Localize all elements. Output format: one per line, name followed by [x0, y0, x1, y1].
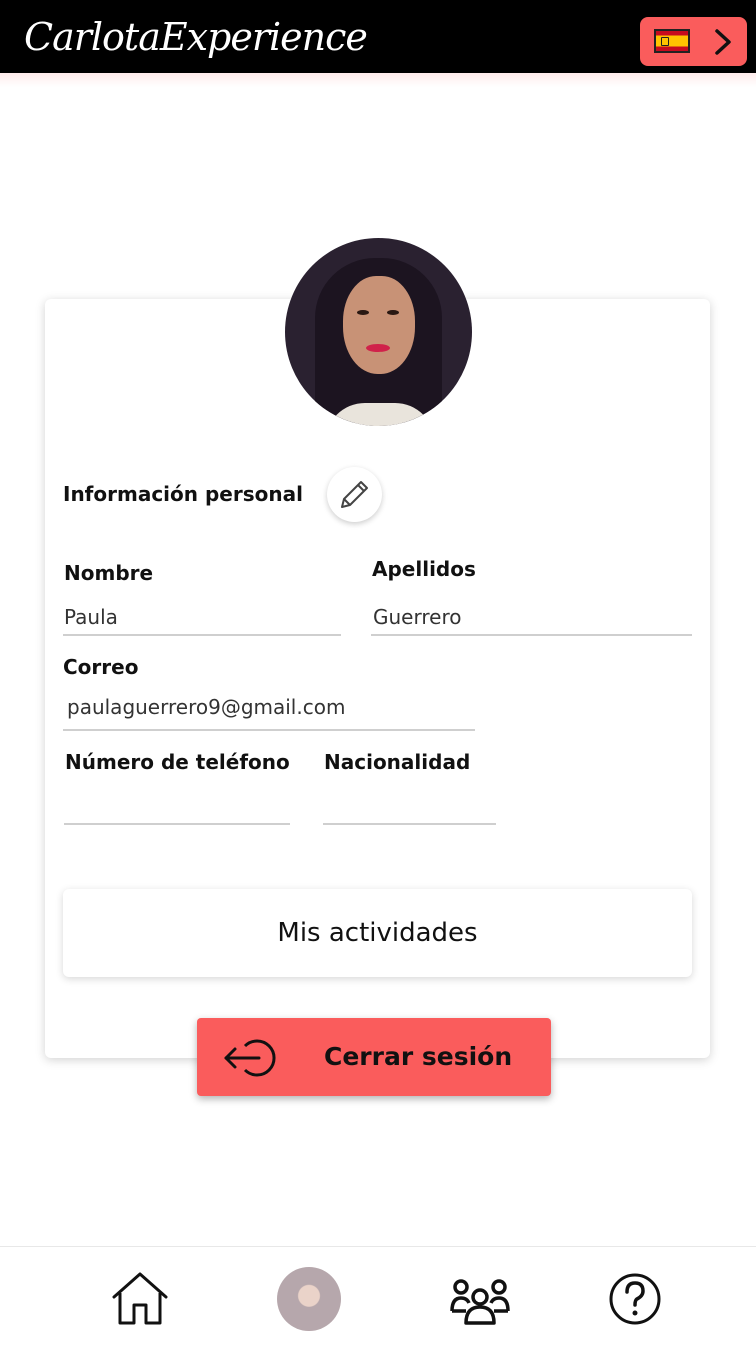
- logout-label: Cerrar sesión: [324, 1042, 513, 1071]
- personal-info-title: Información personal: [63, 482, 303, 506]
- profile-nav-avatar[interactable]: [277, 1267, 341, 1331]
- help-icon[interactable]: [603, 1267, 667, 1331]
- pencil-icon: [341, 481, 368, 508]
- spain-flag-icon: [654, 29, 690, 53]
- app-logo[interactable]: CarlotaExperience: [24, 12, 368, 62]
- logout-icon: [224, 1039, 276, 1077]
- language-button[interactable]: [640, 17, 747, 66]
- nombre-label: Nombre: [64, 561, 154, 585]
- telefono-label: Número de teléfono: [65, 750, 290, 774]
- bottom-navigation: [0, 1246, 756, 1348]
- home-icon[interactable]: [108, 1267, 172, 1331]
- apellidos-label: Apellidos: [372, 557, 476, 581]
- correo-field[interactable]: paulaguerrero9@gmail.com: [67, 695, 345, 719]
- nacionalidad-label: Nacionalidad: [324, 750, 471, 774]
- group-icon[interactable]: [448, 1267, 512, 1331]
- profile-avatar[interactable]: [285, 238, 472, 426]
- nombre-field[interactable]: Paula: [64, 605, 118, 629]
- apellidos-field[interactable]: Guerrero: [373, 605, 461, 629]
- chevron-right-icon: [715, 29, 731, 55]
- my-activities-button[interactable]: Mis actividades: [63, 889, 692, 977]
- edit-profile-button[interactable]: [327, 467, 382, 522]
- correo-label: Correo: [63, 655, 139, 679]
- app-header: CarlotaExperience: [0, 0, 756, 73]
- logout-button[interactable]: Cerrar sesión: [197, 1018, 551, 1096]
